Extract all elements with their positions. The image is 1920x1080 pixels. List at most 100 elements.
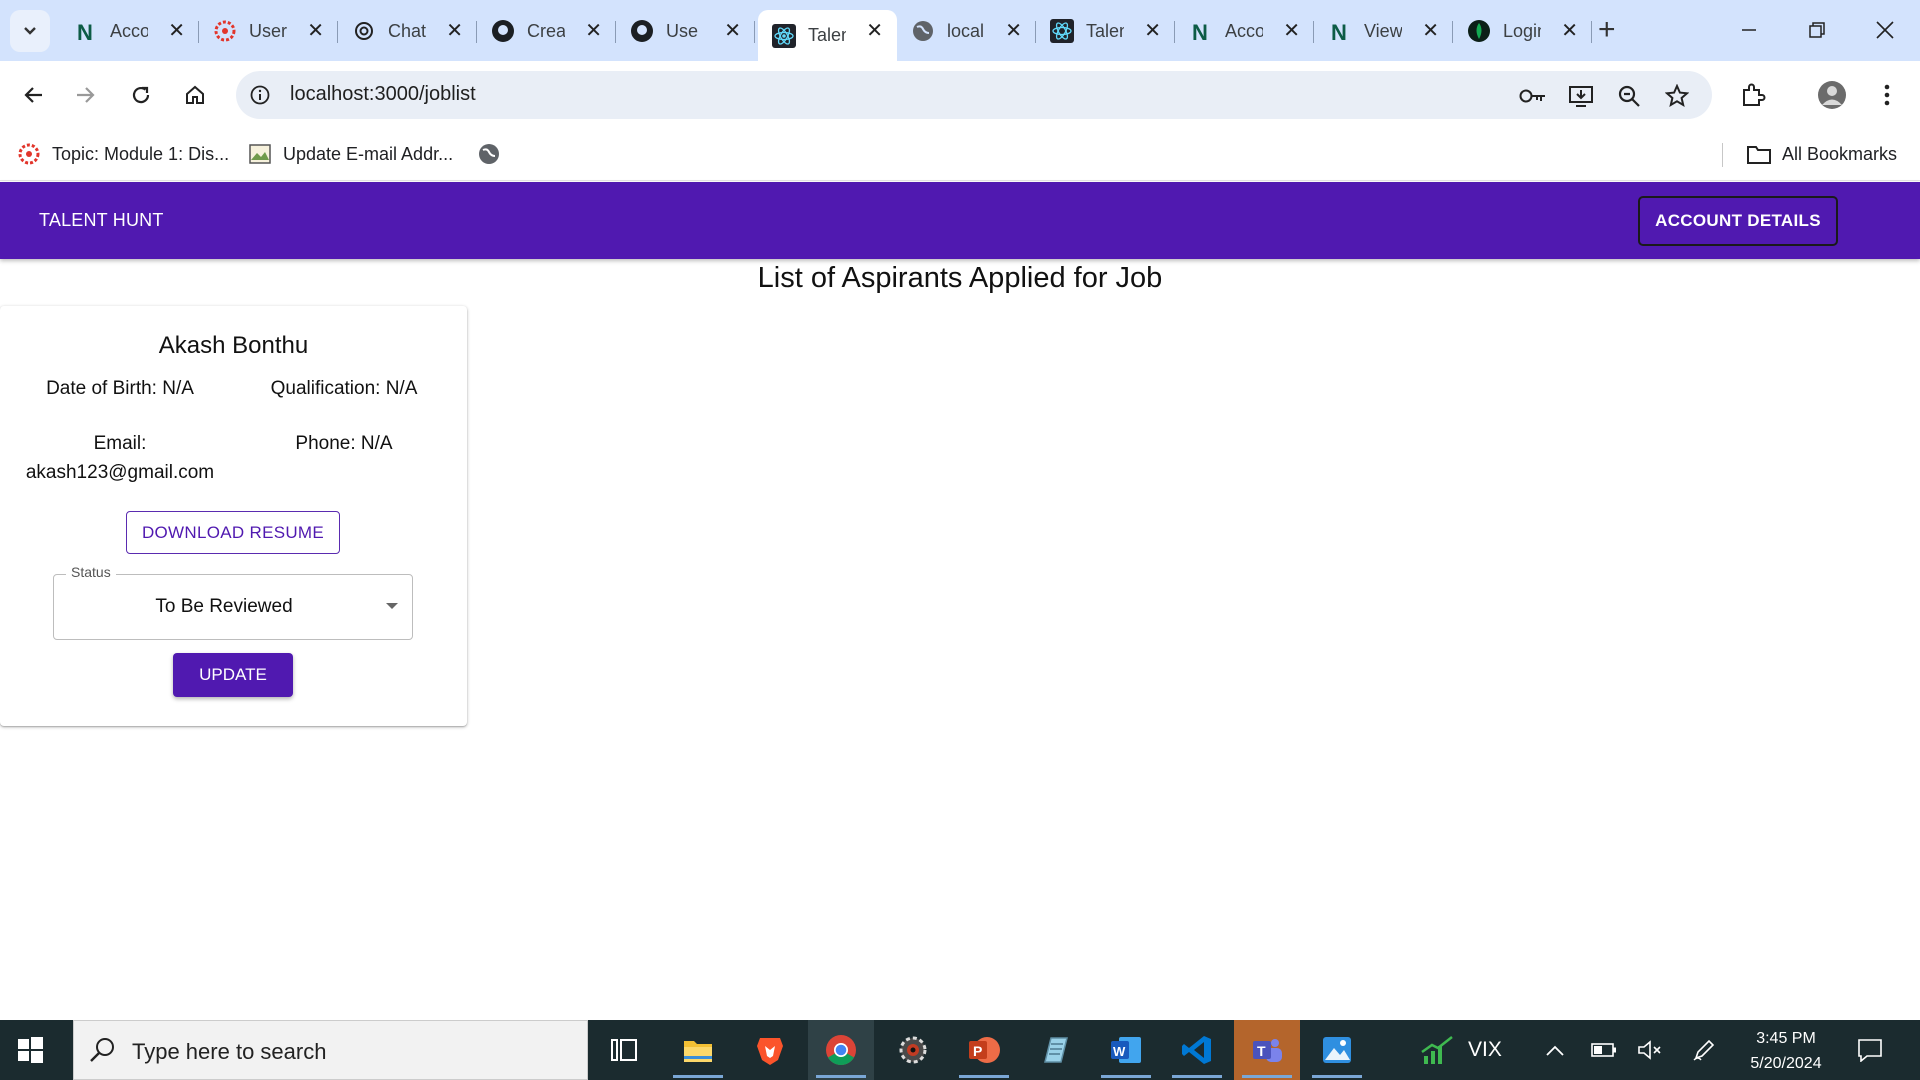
close-icon[interactable]: ✕ (1005, 20, 1022, 42)
download-resume-button[interactable]: DOWNLOAD RESUME (126, 511, 340, 554)
show-hidden-icons-button[interactable] (1541, 1036, 1569, 1064)
notifications-button[interactable] (1856, 1036, 1884, 1064)
bookmark-star-icon[interactable] (1662, 81, 1692, 111)
teams-button[interactable]: T (1234, 1020, 1300, 1080)
taskbar-clock[interactable]: 3:45 PM 5/20/2024 (1736, 1026, 1836, 1076)
tab-users[interactable]: Users ✕ (199, 10, 338, 52)
tab-label: Users (249, 20, 287, 41)
candidate-dob: Date of Birth: N/A (46, 378, 194, 399)
folder-icon (1746, 141, 1772, 167)
tab-localhost[interactable]: localhost ✕ (897, 10, 1036, 52)
canvas-icon (213, 19, 237, 43)
task-view-button[interactable] (591, 1020, 657, 1080)
zoom-icon[interactable] (1614, 81, 1644, 111)
close-icon[interactable]: ✕ (866, 20, 883, 42)
file-explorer-button[interactable] (665, 1020, 731, 1080)
notepad-icon (1044, 1037, 1068, 1063)
account-details-button[interactable]: ACCOUNT DETAILS (1638, 196, 1838, 246)
close-icon[interactable]: ✕ (585, 20, 602, 42)
status-label: Status (66, 564, 116, 580)
update-button[interactable]: UPDATE (173, 653, 293, 697)
all-bookmarks-button[interactable]: All Bookmarks (1746, 139, 1897, 169)
profile-avatar[interactable] (1815, 78, 1849, 112)
notification-icon (1858, 1039, 1882, 1062)
pen-icon[interactable] (1690, 1036, 1718, 1064)
avatar-icon (1818, 81, 1846, 109)
site-info-icon[interactable] (246, 81, 274, 109)
back-button[interactable] (16, 78, 50, 112)
taskbar-search-box[interactable]: Type here to search (73, 1020, 588, 1080)
tab-talent-hunt-active[interactable]: Talent Hunt ✕ (758, 10, 897, 61)
close-icon[interactable]: ✕ (1422, 20, 1439, 42)
caret-down-icon[interactable] (386, 603, 398, 609)
tab-login[interactable]: Login ✕ (1453, 10, 1592, 52)
chevron-down-icon (24, 27, 36, 35)
close-icon (1876, 21, 1894, 39)
browser-tab-strip: N Account ✕ Users ✕ ChatGPT ✕ Create ✕ U… (0, 0, 1920, 61)
vix-ticker-widget[interactable] (1405, 1020, 1471, 1080)
volume-muted-icon[interactable] (1636, 1036, 1664, 1064)
url-text[interactable]: localhost:3000/joblist (290, 83, 476, 106)
tab-account-1[interactable]: N Account ✕ (60, 10, 199, 52)
close-icon[interactable]: ✕ (1144, 20, 1161, 42)
tab-chatgpt[interactable]: ChatGPT ✕ (338, 10, 477, 52)
battery-icon[interactable] (1590, 1036, 1618, 1064)
svg-text:N: N (1331, 20, 1347, 42)
install-app-icon[interactable] (1566, 81, 1596, 111)
page-title: List of Aspirants Applied for Job (757, 262, 1163, 294)
bookmark-label: Update E-mail Addr... (283, 143, 454, 164)
password-key-icon[interactable] (1518, 81, 1548, 111)
gear-icon (899, 1036, 927, 1064)
status-value[interactable]: To Be Reviewed (54, 596, 394, 618)
photos-button[interactable] (1304, 1020, 1370, 1080)
chrome-button[interactable] (808, 1020, 874, 1080)
tab-search-button[interactable] (10, 10, 50, 52)
notion-n-icon: N (1189, 19, 1213, 43)
tab-label: Account (1225, 20, 1263, 41)
powerpoint-button[interactable]: P (951, 1020, 1017, 1080)
bookmark-globe[interactable] (476, 139, 512, 169)
brave-browser-button[interactable] (737, 1020, 803, 1080)
notepad-button[interactable] (1022, 1020, 1088, 1080)
minimize-button[interactable] (1734, 12, 1764, 48)
chrome-icon (826, 1035, 856, 1066)
github-icon (491, 19, 515, 43)
chrome-menu-button[interactable] (1870, 78, 1904, 112)
close-icon[interactable]: ✕ (1283, 20, 1300, 42)
address-bar[interactable]: localhost:3000/joblist (236, 71, 1712, 119)
bookmark-update-email[interactable]: Update E-mail Addr... (247, 139, 453, 169)
reload-button[interactable] (124, 78, 158, 112)
close-icon[interactable]: ✕ (724, 20, 741, 42)
powerpoint-icon: P (969, 1037, 1000, 1063)
bookmark-topic[interactable]: Topic: Module 1: Dis... (16, 139, 229, 169)
close-icon[interactable]: ✕ (446, 20, 463, 42)
tab-talent-hunt-2[interactable]: Talent Hunt ✕ (1036, 10, 1175, 52)
close-window-button[interactable] (1870, 12, 1900, 48)
vscode-button[interactable] (1164, 1020, 1230, 1080)
status-select[interactable]: Status To Be Reviewed (53, 564, 413, 640)
windows-start-button[interactable] (14, 1034, 46, 1066)
tab-github-use[interactable]: Use ✕ (616, 10, 755, 52)
bookmark-label: Topic: Module 1: Dis... (52, 143, 230, 164)
brand-title[interactable]: TALENT HUNT (39, 210, 164, 231)
windows-logo-icon (18, 1037, 43, 1063)
reload-icon (132, 86, 150, 104)
restore-button[interactable] (1802, 12, 1832, 48)
home-button[interactable] (178, 78, 212, 112)
canvas-icon (16, 141, 42, 167)
settings-app-button[interactable] (880, 1020, 946, 1080)
new-tab-button[interactable]: + (1598, 14, 1616, 46)
tab-github-create[interactable]: Create ✕ (477, 10, 616, 52)
close-icon[interactable]: ✕ (307, 20, 324, 42)
tab-account-2[interactable]: N Account ✕ (1175, 10, 1314, 52)
extensions-button[interactable] (1736, 78, 1770, 112)
minimize-icon (1742, 29, 1756, 31)
forward-button[interactable] (69, 78, 103, 112)
close-icon[interactable]: ✕ (1561, 20, 1578, 42)
tab-label: Create (527, 20, 565, 41)
globe-icon (476, 141, 502, 167)
tab-view[interactable]: N View ✕ (1314, 10, 1453, 52)
close-icon[interactable]: ✕ (168, 20, 185, 42)
word-button[interactable]: W (1093, 1020, 1159, 1080)
globe-icon (911, 19, 935, 43)
